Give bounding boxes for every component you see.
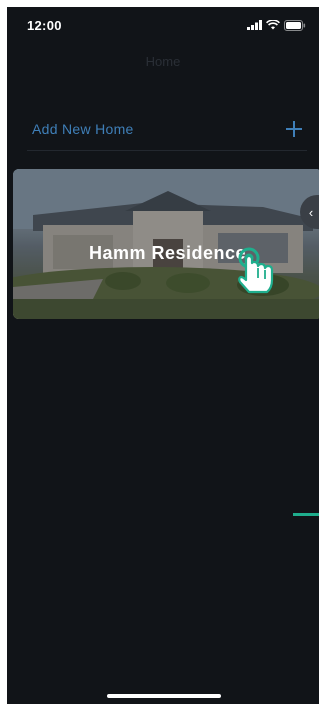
side-indicator: [293, 513, 319, 516]
status-time: 12:00: [27, 17, 62, 33]
home-indicator-bar[interactable]: [107, 694, 221, 698]
phone-screen: 12:00 Home Add New Home Hamm Residence ‹: [7, 7, 319, 704]
tap-hand-icon: [238, 247, 274, 294]
plus-icon[interactable]: [286, 120, 302, 137]
battery-icon: [284, 19, 306, 31]
add-new-home-label: Add New Home: [32, 120, 134, 137]
add-new-home-button[interactable]: Add New Home: [27, 107, 307, 151]
status-bar: 12:00: [7, 7, 319, 43]
wifi-icon: [266, 20, 280, 30]
page-title: Home: [145, 54, 181, 69]
signal-icon: [247, 20, 262, 30]
status-icons: [247, 19, 306, 31]
home-card[interactable]: Hamm Residence ‹: [13, 169, 319, 319]
